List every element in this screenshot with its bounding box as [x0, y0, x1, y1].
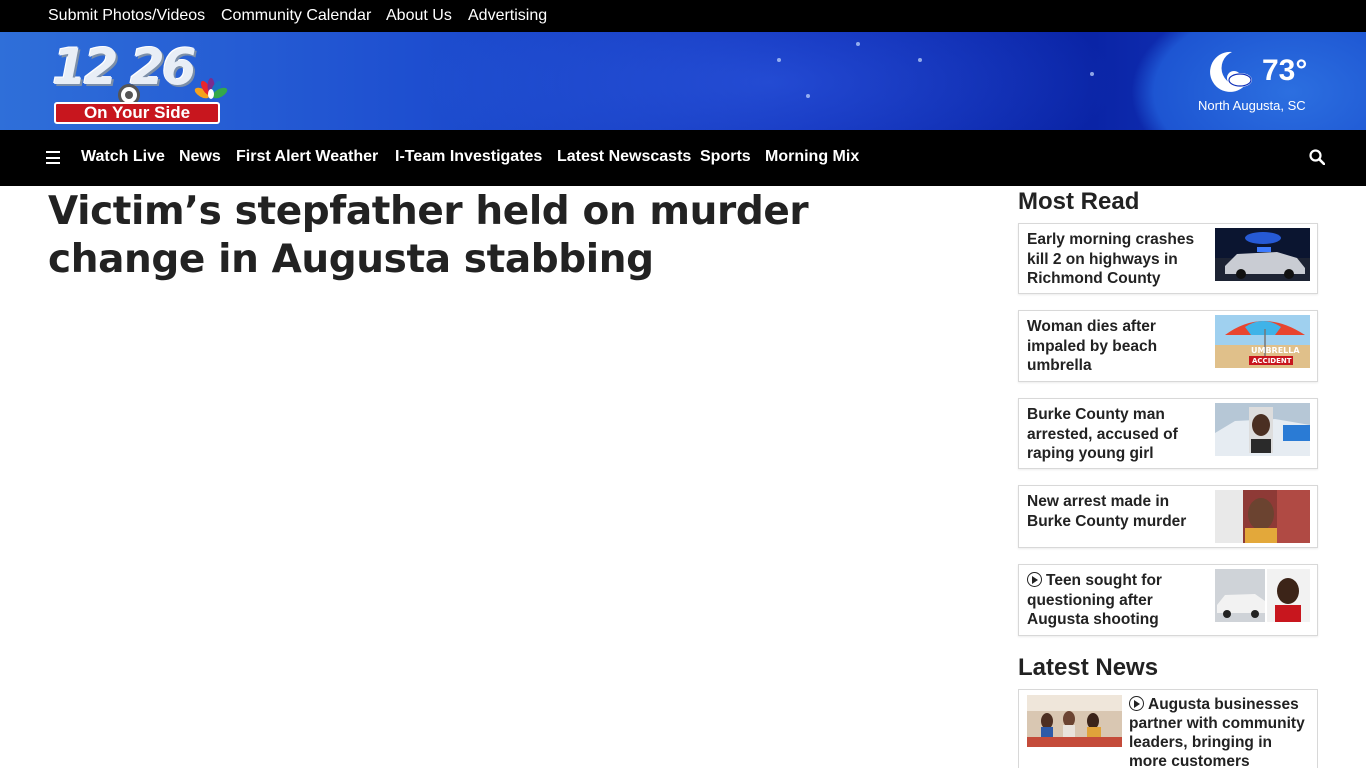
- nav-first-alert-weather[interactable]: First Alert Weather: [236, 148, 378, 166]
- logo-tagline: On Your Side: [54, 102, 220, 124]
- play-icon: [1129, 696, 1144, 711]
- advertising-link[interactable]: Advertising: [468, 7, 547, 25]
- most-read-title: Burke County man arrested, accused of ra…: [1027, 406, 1178, 462]
- teen-photo-thumbnail: [1215, 569, 1310, 622]
- most-read-title: Teen sought for questioning after August…: [1027, 571, 1205, 630]
- moon-cloud-icon: [1210, 51, 1252, 92]
- hamburger-menu-icon[interactable]: [46, 151, 60, 164]
- most-read-item[interactable]: New arrest made in Burke County murder: [1018, 485, 1318, 548]
- weather-widget[interactable]: 73° North Augusta, SC: [1190, 40, 1330, 120]
- header-sparkle: [1090, 72, 1094, 76]
- most-read-item[interactable]: Burke County man arrested, accused of ra…: [1018, 398, 1318, 469]
- beach-umbrella-thumbnail: UMBRELLA ACCIDENT: [1215, 315, 1310, 368]
- most-read-heading: Most Read: [1018, 188, 1140, 215]
- umbrella-caption: UMBRELLA: [1251, 346, 1300, 355]
- most-read-item[interactable]: Woman dies after impaled by beach umbrel…: [1018, 310, 1318, 382]
- nav-morning-mix[interactable]: Morning Mix: [765, 148, 859, 166]
- latest-news-title-text: Augusta businesses partner with communit…: [1129, 696, 1305, 768]
- header-sparkle: [856, 42, 860, 46]
- weather-location: North Augusta, SC: [1198, 98, 1306, 113]
- submit-photos-link[interactable]: Submit Photos/Videos: [48, 7, 205, 25]
- most-read-title: New arrest made in Burke County murder: [1027, 493, 1187, 530]
- most-read-title: Early morning crashes kill 2 on highways…: [1027, 231, 1195, 287]
- header-glow: [420, 32, 1120, 130]
- latest-news-title: Augusta businesses partner with communit…: [1129, 695, 1314, 768]
- station-logo[interactable]: 12 26 On Your Side: [48, 38, 230, 126]
- nav-news[interactable]: News: [179, 148, 221, 166]
- nav-watch-live[interactable]: Watch Live: [81, 148, 165, 166]
- play-icon: [1027, 572, 1042, 587]
- nav-sports[interactable]: Sports: [700, 148, 751, 166]
- about-us-link[interactable]: About Us: [386, 7, 452, 25]
- most-read-item[interactable]: Early morning crashes kill 2 on highways…: [1018, 223, 1318, 294]
- mugshot-thumbnail: [1215, 403, 1310, 456]
- accident-caption: ACCIDENT: [1252, 357, 1292, 365]
- most-read-title-text: Teen sought for questioning after August…: [1027, 572, 1162, 628]
- mugshot-thumbnail: [1215, 490, 1310, 543]
- nbc-peacock-icon: [194, 78, 228, 99]
- header-sparkle: [806, 94, 810, 98]
- most-read-title: Woman dies after impaled by beach umbrel…: [1027, 318, 1158, 374]
- search-icon[interactable]: [1309, 149, 1325, 165]
- main-nav: Watch Live News First Alert Weather I-Te…: [0, 130, 1366, 186]
- top-utility-bar: Submit Photos/Videos Community Calendar …: [0, 0, 1366, 32]
- header-sparkle: [777, 58, 781, 62]
- nav-i-team-investigates[interactable]: I-Team Investigates: [395, 148, 542, 166]
- community-calendar-link[interactable]: Community Calendar: [221, 7, 371, 25]
- community-event-thumbnail: [1027, 695, 1122, 747]
- latest-news-heading: Latest News: [1018, 654, 1159, 681]
- latest-news-item[interactable]: Augusta businesses partner with communit…: [1018, 689, 1318, 768]
- nav-latest-newscasts[interactable]: Latest Newscasts: [557, 148, 691, 166]
- header-sparkle: [918, 58, 922, 62]
- most-read-item[interactable]: Teen sought for questioning after August…: [1018, 564, 1318, 636]
- article-headline: Victim’s stepfather held on murder chang…: [48, 189, 809, 282]
- weather-temperature: 73°: [1262, 54, 1308, 87]
- police-car-thumbnail: [1215, 228, 1310, 281]
